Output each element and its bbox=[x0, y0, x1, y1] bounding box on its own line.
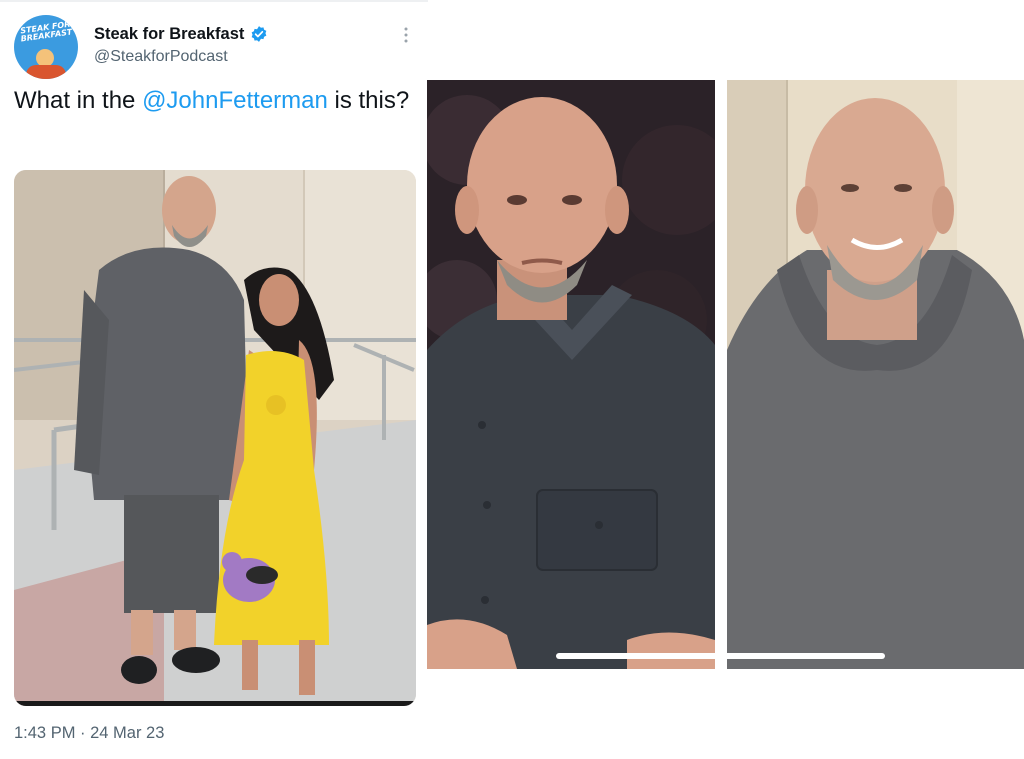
comparison-photo-left bbox=[427, 80, 715, 669]
avatar[interactable]: STEAK FOR BREAKFAST bbox=[14, 15, 78, 79]
more-options-icon[interactable] bbox=[398, 24, 414, 46]
author-display-name[interactable]: Steak for Breakfast bbox=[94, 25, 244, 44]
author-name-row: Steak for Breakfast bbox=[94, 24, 268, 44]
tweet-text-end: is this? bbox=[327, 87, 410, 114]
tweet-text-start: What in the bbox=[14, 87, 143, 114]
home-indicator[interactable] bbox=[556, 653, 885, 659]
divider bbox=[0, 0, 428, 2]
comparison-photo-right bbox=[727, 80, 1024, 669]
tweet-text: What in the @JohnFetterman is this? bbox=[14, 84, 414, 117]
mention-link[interactable]: @JohnFetterman bbox=[142, 87, 328, 114]
tweet-timestamp[interactable]: 1:43 PM · 24 Mar 23 bbox=[14, 724, 164, 743]
tweet-photo[interactable] bbox=[14, 170, 416, 706]
verified-badge-icon bbox=[250, 25, 268, 43]
avatar-body bbox=[26, 65, 66, 79]
avatar-logo-text: STEAK FOR BREAKFAST bbox=[19, 19, 73, 44]
author-handle[interactable]: @SteakforPodcast bbox=[94, 48, 228, 66]
tweet-card: STEAK FOR BREAKFAST Steak for Breakfast … bbox=[0, 0, 428, 759]
